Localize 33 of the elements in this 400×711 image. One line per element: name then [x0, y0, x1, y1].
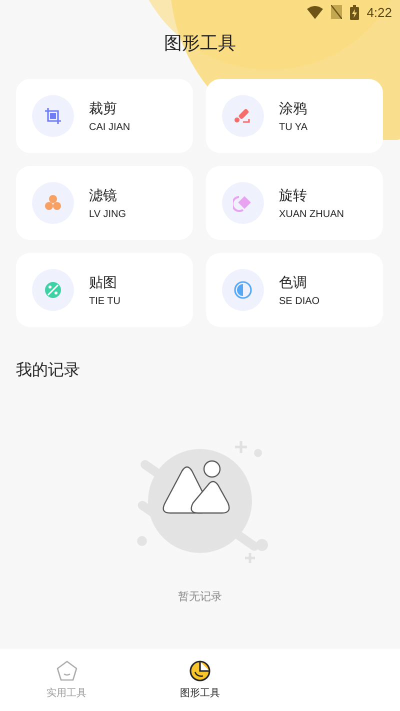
brush-icon [233, 106, 253, 126]
crop-icon [43, 106, 63, 126]
tool-name: 旋转 [279, 186, 308, 204]
section-title: 我的记录 [16, 360, 80, 381]
wifi-icon [306, 6, 323, 18]
tool-pinyin: LV JING [89, 208, 126, 220]
circles-icon [43, 193, 63, 213]
pie-chart-icon [188, 660, 211, 682]
tool-pinyin: XUAN ZHUAN [279, 208, 344, 220]
pentagon-icon [56, 660, 78, 682]
tool-card[interactable]: 贴图 TIE TU [16, 253, 193, 327]
half-circle-icon [233, 280, 253, 300]
page-title: 图形工具 [164, 32, 236, 56]
tool-card[interactable]: 涂鸦 TU YA [206, 79, 383, 153]
no-sim-icon [330, 5, 342, 19]
tool-card[interactable]: 裁剪 CAI JIAN [16, 79, 193, 153]
tool-name: 涂鸦 [279, 100, 308, 118]
nav-tab[interactable]: 图形工具 [133, 649, 267, 711]
tool-name: 滤镜 [89, 186, 118, 204]
tool-name: 色调 [279, 274, 308, 292]
rotate-icon [233, 193, 253, 213]
tool-card[interactable]: 旋转 XUAN ZHUAN [206, 166, 383, 240]
tool-name: 贴图 [89, 274, 118, 292]
sticker-icon [43, 280, 63, 300]
tool-card[interactable]: 色调 SE DIAO [206, 253, 383, 327]
clock-time: 4:22 [366, 4, 392, 20]
tool-pinyin: TU YA [279, 122, 308, 132]
tool-pinyin: CAI JIAN [89, 122, 130, 132]
tool-name: 裁剪 [89, 100, 118, 118]
tool-pinyin: SE DIAO [279, 296, 320, 306]
tool-card[interactable]: 滤镜 LV JING [16, 166, 193, 240]
empty-message: 暂无记录 [178, 589, 222, 604]
tool-pinyin: TIE TU [89, 296, 120, 306]
